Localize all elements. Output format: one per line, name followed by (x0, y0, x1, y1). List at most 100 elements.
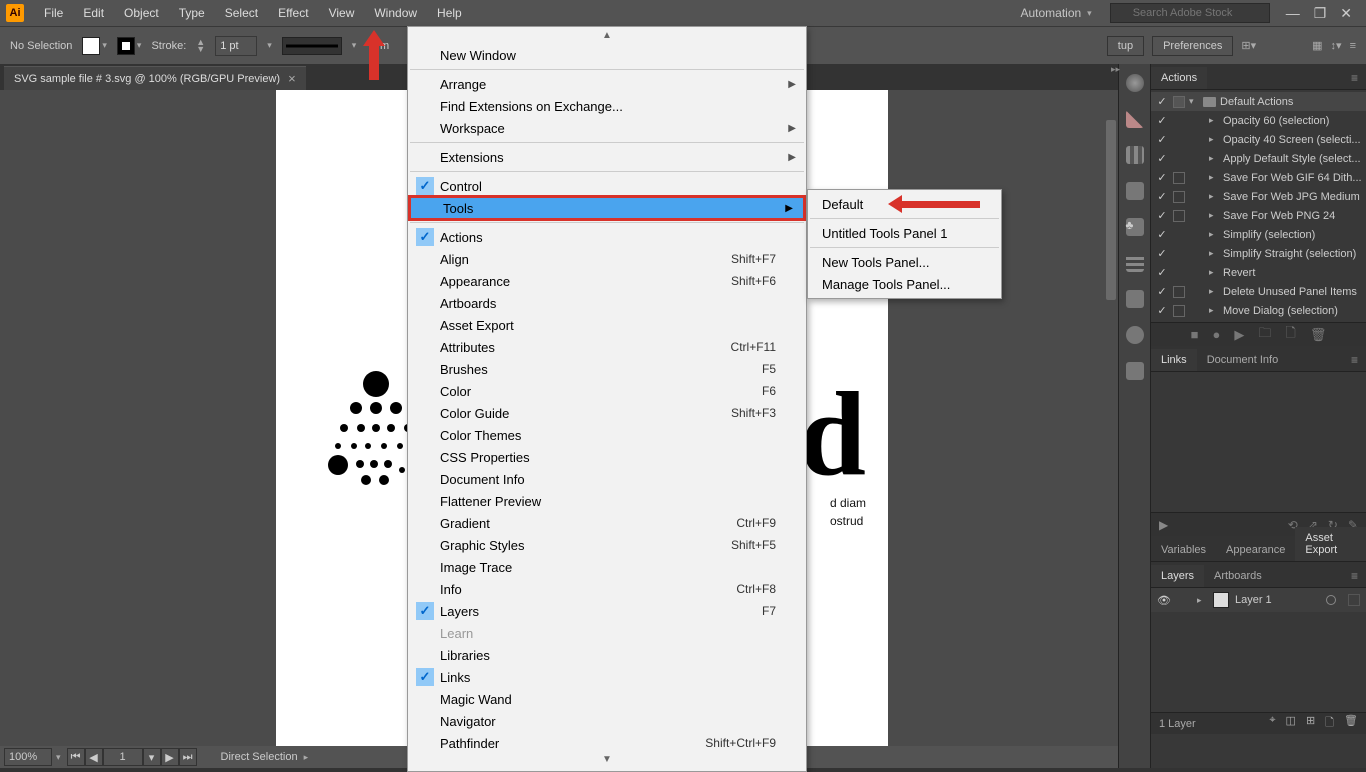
expand-icon[interactable]: ▾ (1189, 96, 1199, 107)
vertical-scrollbar[interactable] (1104, 90, 1118, 724)
trash-icon[interactable]: 🗑 (1344, 714, 1358, 733)
align-icon[interactable]: ⊞▾ (1241, 39, 1256, 52)
menu-libraries[interactable]: Libraries (408, 644, 806, 666)
stroke-stepper-icon[interactable]: ▲▼ (196, 39, 205, 53)
new-folder-icon[interactable]: 🗀 (1258, 324, 1271, 346)
panel-icon[interactable] (1126, 290, 1144, 308)
action-row[interactable]: ✓▸Save For Web JPG Medium (1151, 187, 1366, 206)
preferences-button[interactable]: Preferences (1152, 36, 1233, 56)
action-row[interactable]: ✓▸Save For Web PNG 24 (1151, 206, 1366, 225)
panel-menu-icon[interactable]: ≡ (1343, 565, 1366, 587)
scroll-up-icon[interactable]: ▲ (408, 30, 806, 44)
menu-brushes[interactable]: BrushesF5 (408, 358, 806, 380)
menu-find-extensions[interactable]: Find Extensions on Exchange... (408, 95, 806, 117)
panel-icon[interactable]: ↕▾ (1331, 39, 1342, 52)
panel-menu-icon[interactable]: ≡ (1343, 67, 1366, 89)
panel-icon[interactable] (1126, 254, 1144, 272)
chevron-down-icon[interactable]: ▾ (352, 40, 357, 51)
menu-document-info[interactable]: Document Info (408, 468, 806, 490)
stop-icon[interactable]: ■ (1191, 327, 1199, 342)
panel-icon[interactable] (1126, 74, 1144, 92)
menu-help[interactable]: Help (427, 0, 472, 26)
menu-extensions[interactable]: Extensions▶ (408, 146, 806, 168)
last-artboard-button[interactable]: ⏭ (179, 748, 197, 766)
chevron-down-icon[interactable]: ▾ (137, 40, 142, 51)
menu-appearance[interactable]: AppearanceShift+F6 (408, 270, 806, 292)
action-row[interactable]: ✓▸Delete Unused Panel Items (1151, 282, 1366, 301)
panel-icon[interactable] (1126, 326, 1144, 344)
tab-artboards[interactable]: Artboards (1204, 565, 1272, 587)
menu-workspace[interactable]: Workspace▶ (408, 117, 806, 139)
menu-file[interactable]: File (34, 0, 73, 26)
menu-type[interactable]: Type (169, 0, 215, 26)
submenu-untitled-panel[interactable]: Untitled Tools Panel 1 (808, 222, 1001, 244)
action-row[interactable]: ✓▸Opacity 60 (selection) (1151, 111, 1366, 130)
next-artboard-button[interactable]: ▶ (161, 748, 179, 766)
dialog-toggle[interactable] (1173, 191, 1185, 203)
menu-edit[interactable]: Edit (73, 0, 114, 26)
stroke-swatch[interactable] (117, 37, 135, 55)
record-icon[interactable]: ● (1213, 327, 1221, 342)
stroke-weight-input[interactable] (215, 36, 257, 56)
action-row[interactable]: ✓▸Opacity 40 Screen (selecti... (1151, 130, 1366, 149)
checkmark-icon[interactable]: ✓ (1155, 95, 1169, 108)
menu-artboards[interactable]: Artboards (408, 292, 806, 314)
scroll-down-icon[interactable]: ▼ (408, 754, 806, 768)
chevron-down-icon[interactable]: ▾ (143, 748, 161, 766)
doc-setup-button[interactable]: tup (1107, 36, 1144, 56)
menu-image-trace[interactable]: Image Trace (408, 556, 806, 578)
menu-info[interactable]: InfoCtrl+F8 (408, 578, 806, 600)
dialog-toggle[interactable] (1173, 96, 1185, 108)
submenu-manage-tools-panel[interactable]: Manage Tools Panel... (808, 273, 1001, 295)
artboard-number[interactable]: 1 (103, 748, 143, 766)
menu-pathfinder[interactable]: PathfinderShift+Ctrl+F9 (408, 732, 806, 754)
play-icon[interactable]: ▶ (1234, 327, 1244, 343)
menu-view[interactable]: View (319, 0, 365, 26)
chevron-right-icon[interactable]: ▸ (304, 752, 309, 763)
menu-color[interactable]: ColorF6 (408, 380, 806, 402)
visibility-icon[interactable]: 👁 (1157, 594, 1171, 607)
action-row[interactable]: ✓▸Simplify (selection) (1151, 225, 1366, 244)
expand-icon[interactable]: ▶ (1159, 518, 1168, 532)
layer-name[interactable]: Layer 1 (1235, 594, 1272, 606)
first-artboard-button[interactable]: ⏮ (67, 748, 85, 766)
panel-icon[interactable] (1126, 146, 1144, 164)
tab-actions[interactable]: Actions (1151, 67, 1207, 89)
collapse-arrows-icon[interactable]: ▸▸ (1111, 64, 1120, 75)
menu-new-window[interactable]: New Window (408, 44, 806, 66)
chevron-down-icon[interactable]: ▾ (102, 40, 107, 51)
action-set-row[interactable]: ✓ ▾ Default Actions (1151, 92, 1366, 111)
dialog-toggle[interactable] (1173, 305, 1185, 317)
action-row[interactable]: ✓▸Save For Web GIF 64 Dith... (1151, 168, 1366, 187)
target-icon[interactable] (1326, 595, 1336, 605)
action-row[interactable]: ✓▸Revert (1151, 263, 1366, 282)
action-row[interactable]: ✓▸Simplify Straight (selection) (1151, 244, 1366, 263)
panel-icon[interactable] (1126, 182, 1144, 200)
tab-appearance[interactable]: Appearance (1216, 539, 1295, 561)
menu-gradient[interactable]: GradientCtrl+F9 (408, 512, 806, 534)
action-row[interactable]: ✓▸Move Dialog (selection) (1151, 301, 1366, 320)
minimize-button[interactable]: — (1286, 5, 1300, 22)
menu-object[interactable]: Object (114, 0, 169, 26)
tab-document-info[interactable]: Document Info (1197, 349, 1289, 371)
layer-row[interactable]: 👁 ▸ Layer 1 (1151, 588, 1366, 612)
search-stock-input[interactable] (1110, 3, 1270, 23)
menu-window[interactable]: Window (364, 0, 427, 26)
dialog-toggle[interactable] (1173, 172, 1185, 184)
document-tab[interactable]: SVG sample file # 3.svg @ 100% (RGB/GPU … (4, 66, 306, 90)
chevron-down-icon[interactable]: ▾ (56, 752, 61, 763)
stroke-profile[interactable] (282, 37, 342, 55)
dialog-toggle[interactable] (1173, 210, 1185, 222)
tab-asset-export[interactable]: Asset Export (1295, 527, 1366, 561)
menu-arrange[interactable]: Arrange▶ (408, 73, 806, 95)
menu-css-properties[interactable]: CSS Properties (408, 446, 806, 468)
close-icon[interactable]: × (288, 71, 296, 86)
menu-links[interactable]: Links (408, 666, 806, 688)
trash-icon[interactable]: 🗑 (1310, 327, 1327, 343)
panel-icon[interactable]: ▦ (1312, 39, 1322, 52)
panel-icon[interactable] (1126, 362, 1144, 380)
close-button[interactable]: ✕ (1340, 5, 1352, 22)
tab-variables[interactable]: Variables (1151, 539, 1216, 561)
menu-color-themes[interactable]: Color Themes (408, 424, 806, 446)
menu-actions[interactable]: Actions (408, 226, 806, 248)
